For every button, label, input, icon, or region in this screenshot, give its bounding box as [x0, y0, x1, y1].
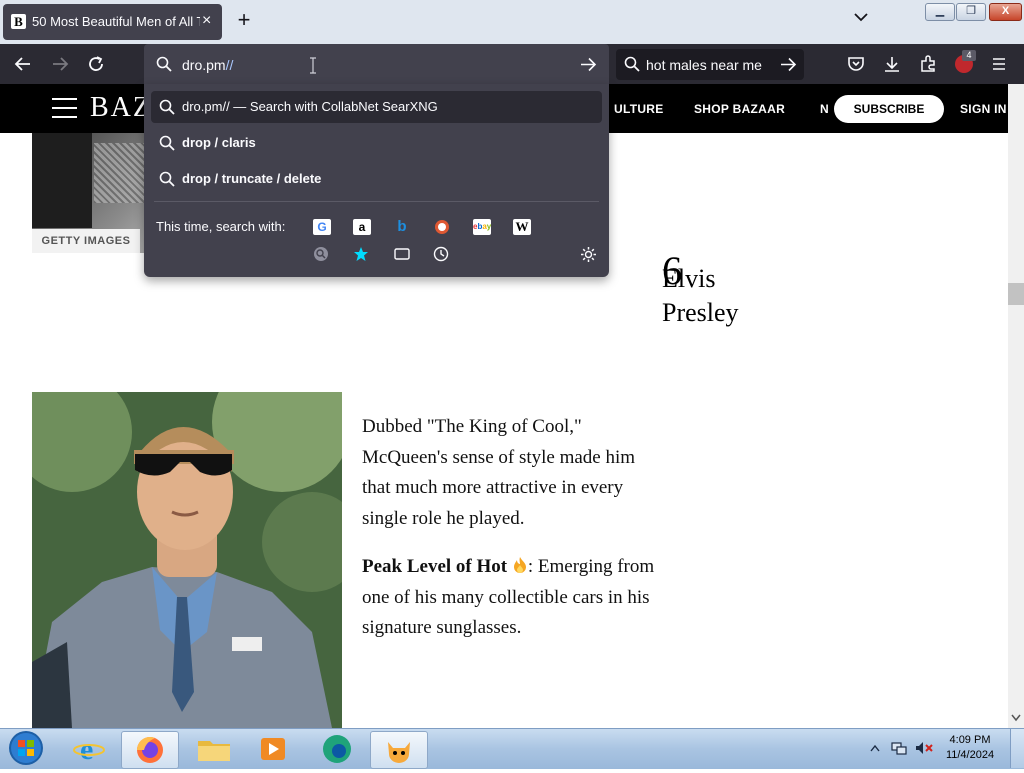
menu-hamburger-icon[interactable]: [991, 56, 1007, 72]
suggestion-text: dro.pm// — Search with CollabNet SearXNG: [182, 99, 438, 114]
suggestion-item[interactable]: dro.pm// — Search with CollabNet SearXNG: [151, 91, 602, 123]
suggestion-text: drop / claris: [182, 135, 256, 150]
suggestion-item[interactable]: drop / claris: [151, 127, 602, 159]
site-menu-icon[interactable]: [52, 98, 77, 118]
article-paragraph-1: Dubbed "The King of Cool," McQueen's sen…: [362, 416, 636, 529]
google-icon[interactable]: G: [313, 219, 331, 235]
search-icon: [159, 99, 175, 115]
duckduckgo-icon[interactable]: [434, 219, 450, 235]
folder-icon: [198, 741, 230, 761]
back-icon[interactable]: [14, 55, 32, 73]
bing-icon[interactable]: b: [393, 219, 411, 235]
search-settings-gear-icon[interactable]: [580, 246, 597, 263]
url-input[interactable]: dro.pm//: [182, 56, 233, 74]
searxng-icon[interactable]: [313, 246, 329, 262]
text-cursor-icon: [310, 57, 316, 74]
taskbar-internet-explorer[interactable]: e: [62, 731, 118, 767]
downloads-icon[interactable]: [883, 55, 901, 73]
dropdown-divider: [154, 201, 599, 202]
search-with-label: This time, search with:: [156, 219, 286, 234]
amazon-icon[interactable]: a: [353, 219, 371, 235]
image-credit: GETTY IMAGES: [32, 229, 140, 253]
taskbar-media-player[interactable]: [245, 731, 301, 767]
show-hidden-icons[interactable]: [870, 744, 880, 752]
search-bar-icon: [624, 56, 640, 72]
ebay-icon[interactable]: ebay: [473, 219, 491, 235]
window-minimize-button[interactable]: ▁: [925, 3, 955, 21]
url-selected-text: //: [225, 57, 234, 73]
url-typed-text: dro.pm: [182, 57, 226, 73]
tab-favicon: B: [11, 14, 26, 29]
mcqueen-photo: [32, 392, 342, 728]
suggestion-text: drop / truncate / delete: [182, 171, 322, 186]
suggestion-item[interactable]: drop / truncate / delete: [151, 163, 602, 195]
tab-close-icon[interactable]: ×: [202, 12, 211, 30]
clock-date: 11/4/2024: [945, 749, 995, 761]
peak-level-label: Peak Level of Hot: [362, 556, 508, 577]
taskbar-clock[interactable]: 4:09 PM 11/4/2024: [940, 733, 1000, 763]
taskbar-scratch[interactable]: [370, 731, 428, 769]
tab-title: 50 Most Beautiful Men of All Time: [32, 14, 200, 29]
nav-more[interactable]: N: [820, 102, 829, 116]
nav-shop-bazaar[interactable]: SHOP BAZAAR: [694, 102, 785, 116]
window-restore-button[interactable]: ❐: [956, 3, 986, 21]
taskbar-firefox[interactable]: [121, 731, 179, 769]
article-paragraph-2: Peak Level of Hot : Emerging from one of…: [362, 552, 662, 644]
scratch-cat-icon: [388, 742, 410, 763]
tab-active[interactable]: B 50 Most Beautiful Men of All Time ×: [3, 4, 222, 40]
new-tab-button[interactable]: +: [234, 9, 254, 31]
show-desktop-button[interactable]: [1010, 729, 1024, 768]
page-scrollbar[interactable]: [1008, 84, 1024, 728]
subscribe-button[interactable]: SUBSCRIBE: [834, 95, 944, 123]
reload-icon[interactable]: [87, 55, 105, 73]
search-bar-text[interactable]: hot males near me: [646, 57, 762, 73]
site-logo[interactable]: BAZ: [90, 91, 152, 125]
media-player-icon: [261, 738, 285, 760]
celebrity-name: Elvis Presley: [662, 264, 739, 327]
network-icon[interactable]: [890, 740, 908, 756]
edge-icon: [323, 735, 351, 763]
volume-muted-icon[interactable]: [914, 740, 934, 756]
taskbar-file-explorer[interactable]: [186, 731, 242, 767]
search-go-icon[interactable]: [780, 56, 797, 73]
list-all-tabs-icon[interactable]: [854, 12, 868, 22]
forward-icon[interactable]: [51, 55, 69, 73]
search-icon: [159, 135, 175, 151]
ublock-badge: 4: [962, 50, 976, 61]
go-arrow-icon[interactable]: [580, 56, 597, 73]
scrollbar-thumb[interactable]: [1008, 283, 1024, 305]
search-icon: [156, 56, 172, 72]
firefox-icon: [137, 737, 163, 763]
bookmarks-star-icon[interactable]: [353, 246, 369, 262]
sign-in-link[interactable]: SIGN IN: [960, 102, 1007, 116]
search-icon: [159, 171, 175, 187]
start-button-icon[interactable]: [6, 729, 46, 767]
fire-emoji-icon: [513, 557, 526, 573]
nav-culture[interactable]: ULTURE: [614, 102, 664, 116]
pocket-icon[interactable]: [847, 55, 865, 73]
scroll-down-arrow-icon[interactable]: [1011, 714, 1021, 722]
taskbar-edge[interactable]: [309, 731, 365, 767]
tabs-icon[interactable]: [393, 246, 411, 262]
url-suggestions-dropdown: dro.pm// — Search with CollabNet SearXNG…: [144, 84, 609, 277]
history-icon[interactable]: [433, 246, 449, 262]
wikipedia-icon[interactable]: W: [513, 219, 531, 235]
extensions-icon[interactable]: [919, 55, 937, 73]
svg-text:e: e: [80, 733, 93, 766]
window-close-button[interactable]: X: [989, 3, 1022, 21]
internet-explorer-icon: e: [73, 733, 105, 766]
clock-time: 4:09 PM: [949, 734, 991, 746]
